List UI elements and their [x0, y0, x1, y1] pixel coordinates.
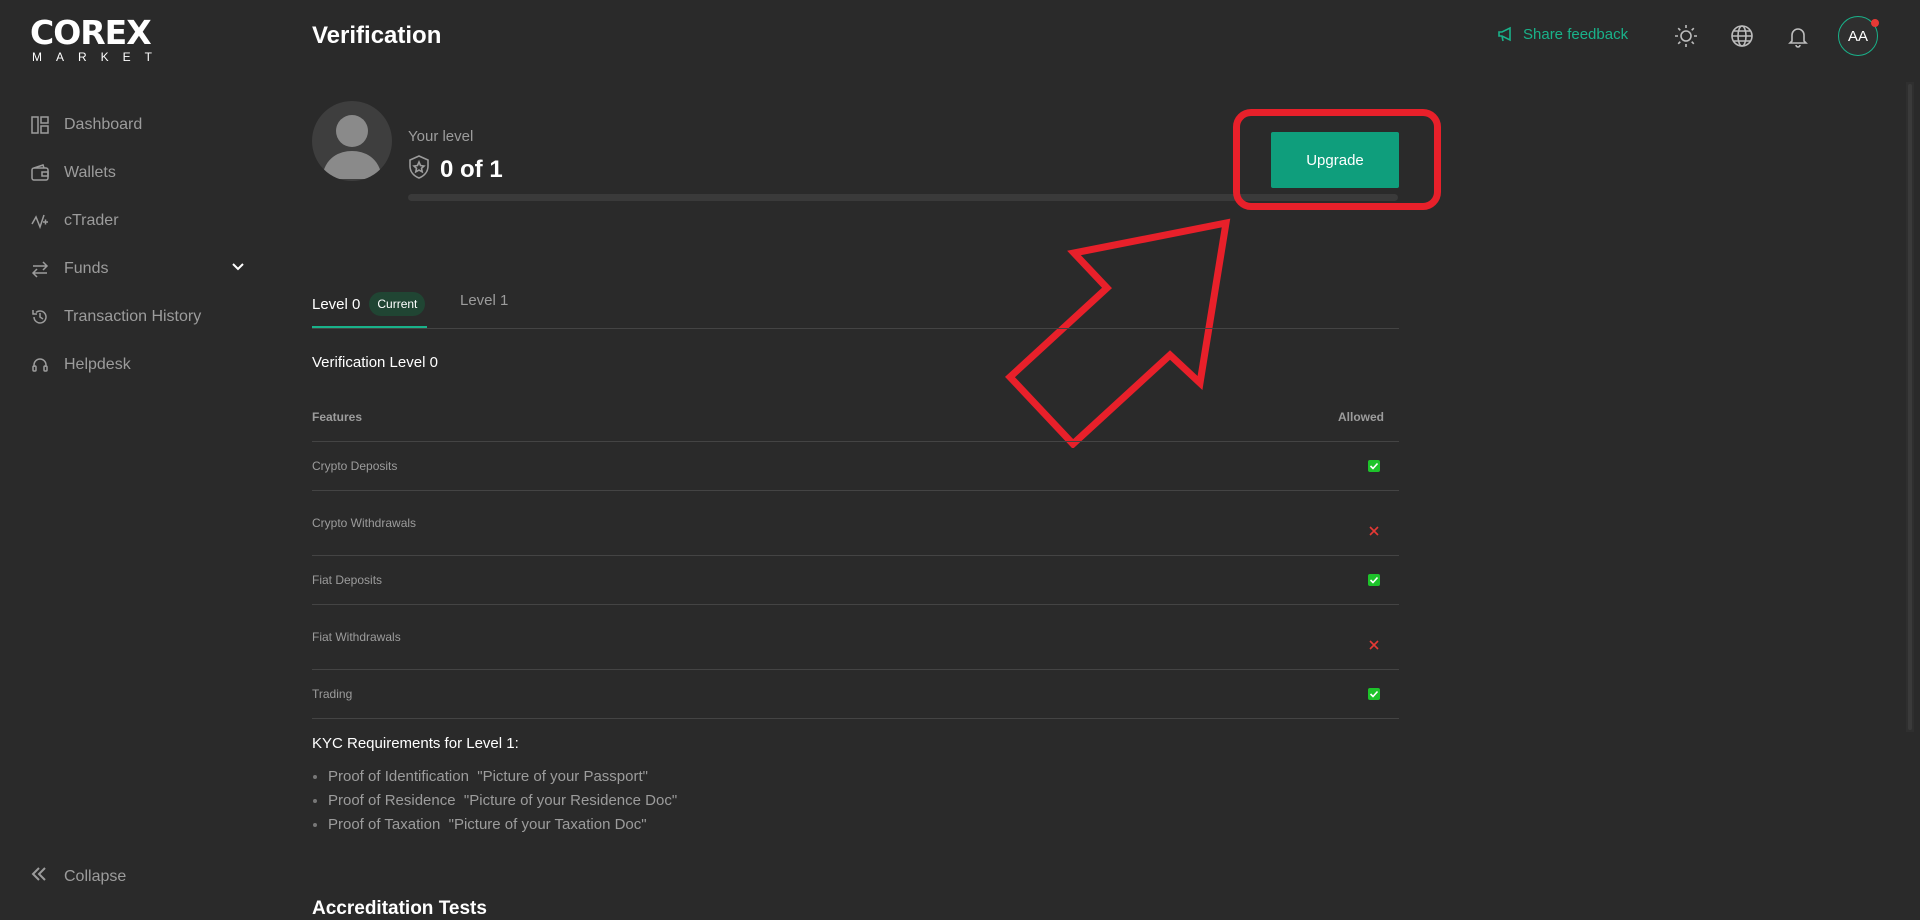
share-feedback-label: Share feedback [1523, 25, 1629, 43]
sidebar-item-funds[interactable]: Funds [30, 255, 245, 283]
feature-label: Fiat Deposits [312, 573, 383, 587]
table-row: Crypto Deposits [312, 441, 1399, 491]
dashboard-icon [30, 115, 50, 135]
page-title: Verification [312, 22, 442, 49]
sidebar-item-label: Wallets [64, 164, 116, 181]
cross-icon [1368, 638, 1380, 650]
scrollbar-thumb[interactable] [1908, 84, 1912, 730]
shield-star-icon [408, 155, 430, 184]
sidebar-item-label: Dashboard [64, 116, 143, 133]
list-item: Proof of Residence "Picture of your Resi… [328, 789, 677, 813]
tabs-divider [312, 328, 1399, 329]
kyc-requirements-list: Proof of Identification "Picture of your… [312, 765, 677, 837]
feature-label: Trading [312, 687, 353, 701]
tab-label: Level 1 [460, 292, 509, 309]
notification-dot [1871, 19, 1879, 27]
sidebar-item-transaction-history[interactable]: Transaction History [30, 303, 245, 331]
share-feedback-button[interactable]: Share feedback [1497, 25, 1628, 43]
double-chevron-left-icon [30, 866, 50, 887]
current-badge: Current [369, 292, 426, 316]
list-item: Proof of Identification "Picture of your… [328, 765, 677, 789]
theme-toggle-sun-icon[interactable] [1674, 24, 1698, 48]
sidebar-item-label: cTrader [64, 212, 119, 229]
check-icon [1368, 460, 1380, 472]
avatar-initials: AA [1847, 27, 1868, 45]
table-row: Fiat Withdrawals [312, 604, 1399, 670]
list-item: Proof of Taxation "Picture of your Taxat… [328, 813, 677, 837]
feature-label: Crypto Withdrawals [312, 516, 417, 530]
sidebar-item-label: Funds [64, 260, 109, 277]
sidebar-item-label: Transaction History [64, 308, 202, 325]
section-title: Verification Level 0 [312, 354, 438, 371]
headset-icon [30, 355, 50, 375]
annotation-highlight-box [1233, 109, 1441, 210]
check-icon [1368, 574, 1380, 586]
tab-level-0[interactable]: Level 0 Current [312, 292, 426, 316]
collapse-label: Collapse [64, 867, 127, 885]
kyc-title: KYC Requirements for Level 1: [312, 735, 519, 752]
your-level-label: Your level [408, 128, 474, 145]
ctrader-icon [30, 211, 50, 231]
logo-subtext: MARKET [32, 50, 167, 64]
table-row: Trading [312, 669, 1399, 719]
column-header-allowed: Allowed [1338, 410, 1385, 424]
chevron-down-icon[interactable] [231, 260, 245, 279]
sidebar-item-label: Helpdesk [64, 356, 131, 373]
sidebar-item-helpdesk[interactable]: Helpdesk [30, 351, 245, 379]
language-globe-icon[interactable] [1730, 24, 1754, 48]
tab-level-1[interactable]: Level 1 [460, 292, 508, 309]
profile-avatar-placeholder [312, 101, 392, 181]
level-indicator: 0 of 1 [408, 155, 503, 184]
cross-icon [1368, 524, 1380, 536]
feature-label: Fiat Withdrawals [312, 630, 401, 644]
notifications-bell-icon[interactable] [1786, 24, 1810, 48]
table-bottom-divider [312, 718, 1399, 719]
history-icon [30, 307, 50, 327]
level-value: 0 of 1 [440, 155, 503, 183]
sidebar: COREX MARKET Dashboard Wallets cTrader F… [0, 0, 280, 912]
transfer-icon [30, 259, 50, 279]
wallet-icon [30, 163, 50, 183]
check-icon [1368, 688, 1380, 700]
logo-text: COREX [30, 13, 152, 52]
feature-label: Crypto Deposits [312, 459, 398, 473]
table-row: Crypto Withdrawals [312, 490, 1399, 556]
corex-market-logo[interactable]: COREX MARKET [30, 13, 167, 65]
annotation-arrow-icon [1005, 218, 1231, 448]
accreditation-tests-heading: Accreditation Tests [312, 898, 487, 919]
column-header-features: Features [312, 410, 363, 424]
sidebar-item-wallets[interactable]: Wallets [30, 159, 245, 187]
sidebar-item-ctrader[interactable]: cTrader [30, 207, 245, 235]
collapse-button[interactable]: Collapse [30, 866, 126, 887]
table-row: Fiat Deposits [312, 555, 1399, 605]
tab-label: Level 0 [312, 295, 361, 313]
megaphone-icon [1498, 26, 1511, 42]
sidebar-item-dashboard[interactable]: Dashboard [30, 111, 245, 139]
